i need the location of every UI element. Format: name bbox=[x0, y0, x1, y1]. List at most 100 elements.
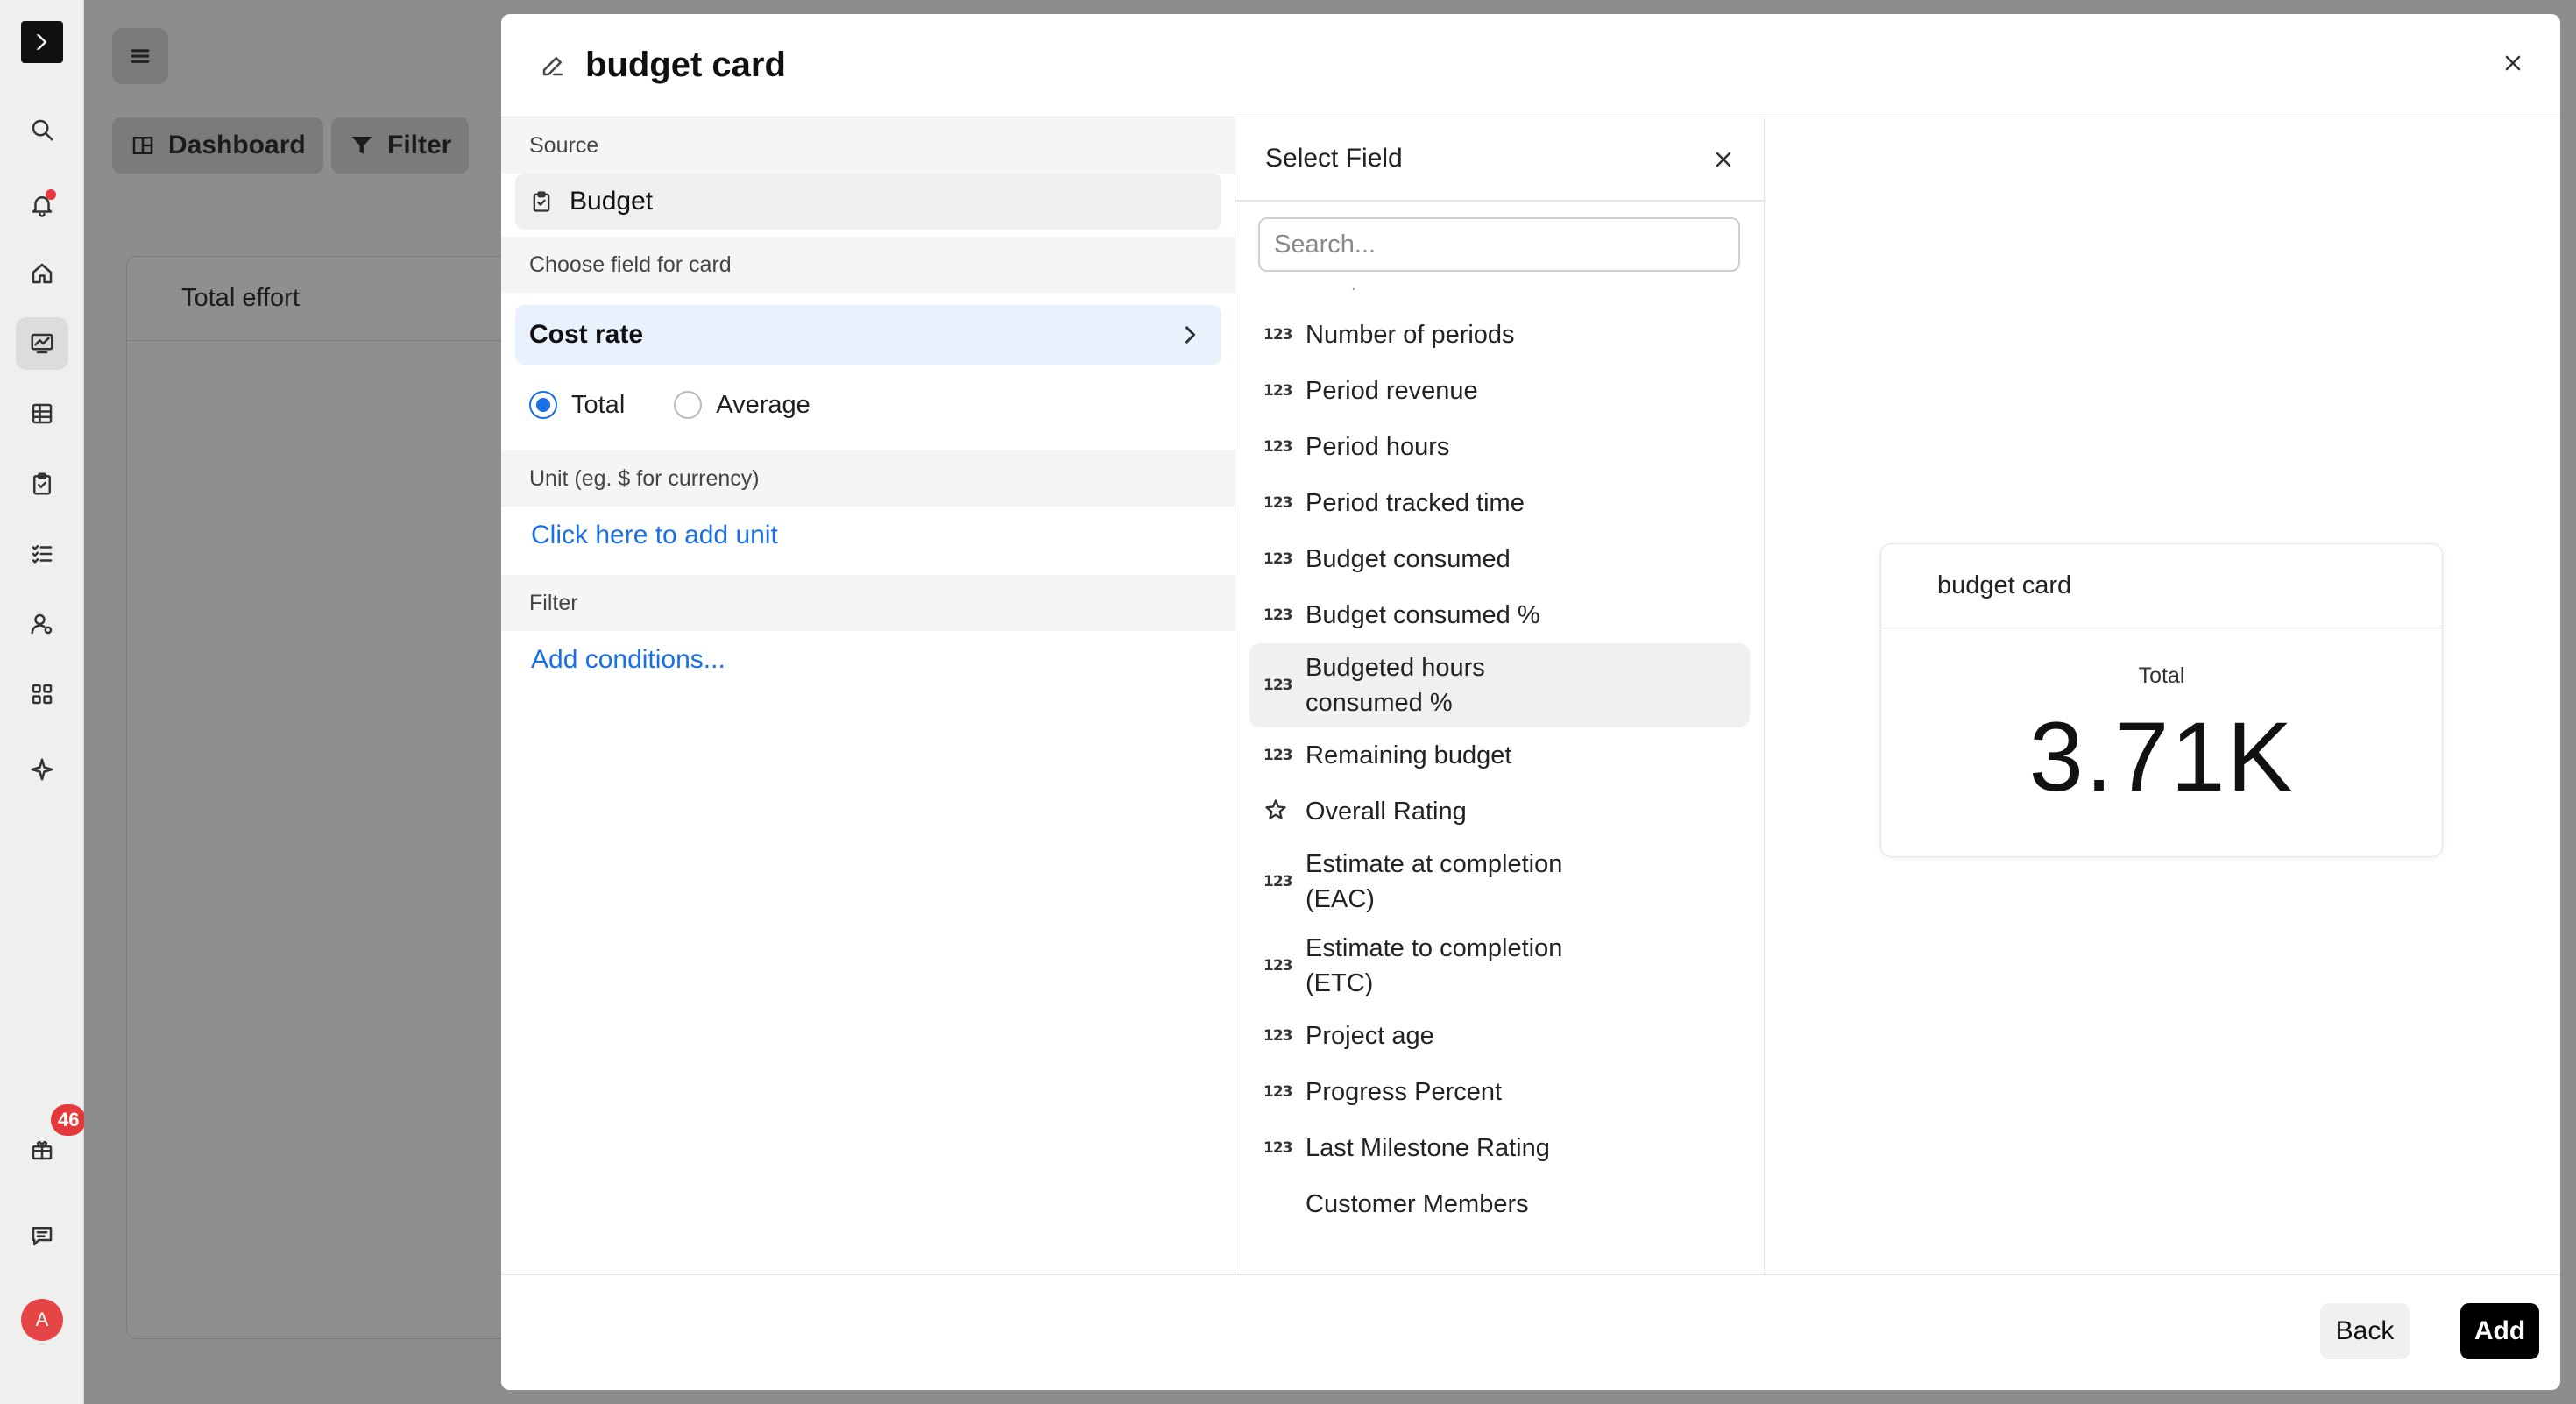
select-field-header: Select Field bbox=[1235, 117, 1764, 202]
number-icon: 123 bbox=[1263, 494, 1293, 512]
field-list-item-label: Budget consumed bbox=[1306, 545, 1511, 573]
field-list-item[interactable]: 123 Number of periods bbox=[1249, 307, 1750, 363]
number-icon: 123 bbox=[1263, 1083, 1293, 1101]
field-list-item-label: Customer Members bbox=[1306, 1190, 1529, 1218]
field-list-item[interactable]: 123 Remaining budget bbox=[1249, 727, 1750, 784]
field-list-item[interactable]: Overall Rating bbox=[1249, 784, 1750, 840]
field-list-item[interactable]: 123 Budget consumed bbox=[1249, 531, 1750, 587]
field-list-item-label: Period revenue bbox=[1306, 377, 1478, 405]
field-list-item-label: Number of periods bbox=[1306, 321, 1515, 349]
chevron-right-icon bbox=[1185, 326, 1196, 344]
field-list-item-label: Estimate at completion (EAC) bbox=[1306, 850, 1563, 913]
clipboard-icon[interactable] bbox=[16, 457, 68, 510]
close-modal-button[interactable] bbox=[2492, 42, 2534, 84]
field-list: . 123 Number of periods 123 Period revenue 1… bbox=[1235, 275, 1764, 1232]
modal-footer: Back Add bbox=[501, 1274, 2560, 1390]
source-select[interactable]: Budget bbox=[515, 174, 1221, 230]
preview-metric-label: Total bbox=[2138, 663, 2185, 688]
unit-label: Unit (eg. $ for currency) bbox=[501, 450, 1235, 507]
filter-icon bbox=[351, 137, 372, 154]
number-icon: 123 bbox=[1263, 747, 1293, 764]
bell-icon[interactable] bbox=[16, 179, 68, 231]
user-settings-icon[interactable] bbox=[16, 598, 68, 650]
field-list-item-label: Progress Percent bbox=[1306, 1078, 1503, 1106]
radio-total-label[interactable]: Total bbox=[571, 391, 625, 420]
close-icon bbox=[2505, 55, 2521, 71]
logo-icon[interactable] bbox=[21, 21, 63, 63]
add-unit-link[interactable]: Click here to add unit bbox=[531, 521, 778, 550]
field-list-item[interactable]: 123 Period tracked time bbox=[1249, 475, 1750, 531]
field-list-item-label: Project age bbox=[1306, 1022, 1434, 1050]
menu-icon bbox=[112, 28, 168, 84]
number-icon: 123 bbox=[1263, 550, 1293, 568]
card-config-panel: Source Budget Choose field for card Cost… bbox=[501, 117, 1235, 1274]
number-icon: 123 bbox=[1263, 438, 1293, 456]
preview-area: budget card Total 3.71K bbox=[1765, 117, 2560, 1274]
field-list-item-label: Last Milestone Rating bbox=[1306, 1134, 1550, 1162]
scrolled-item-remnant: . bbox=[1351, 275, 1356, 294]
field-list-item-label: Remaining budget bbox=[1306, 741, 1512, 769]
field-list-item-label: Estimate to completion (ETC) bbox=[1306, 934, 1563, 997]
apps-icon[interactable] bbox=[16, 668, 68, 720]
close-select-field-button[interactable] bbox=[1708, 144, 1739, 175]
number-icon: 123 bbox=[1263, 873, 1293, 890]
number-icon: 123 bbox=[1263, 1027, 1293, 1045]
field-list-item[interactable]: 123 Estimate at completion (EAC) bbox=[1249, 840, 1750, 924]
modal-header: budget card bbox=[501, 14, 2560, 117]
field-list-item[interactable]: 123 Budgeted hours consumed % bbox=[1249, 643, 1750, 727]
source-value: Budget bbox=[570, 187, 654, 216]
back-button[interactable]: Back bbox=[2320, 1303, 2410, 1359]
aggregation-radio-group: Total Average bbox=[529, 380, 810, 429]
radio-average[interactable] bbox=[674, 391, 703, 419]
chat-icon[interactable] bbox=[16, 1209, 68, 1262]
field-list-item-label: Budgeted hours consumed % bbox=[1306, 654, 1485, 717]
select-field-panel: Select Field . 123 Number of periods 123 Pe… bbox=[1235, 117, 1765, 1274]
preview-card: budget card Total 3.71K bbox=[1880, 543, 2443, 857]
filter-button: Filter bbox=[331, 117, 470, 174]
avatar[interactable]: A bbox=[21, 1299, 63, 1341]
field-list-item[interactable]: 123 Period hours bbox=[1249, 419, 1750, 475]
gift-count-badge: 46 bbox=[51, 1104, 87, 1136]
field-list-item[interactable]: 123 Progress Percent bbox=[1249, 1064, 1750, 1120]
search-icon[interactable] bbox=[16, 103, 68, 156]
field-list-item-label: Overall Rating bbox=[1306, 798, 1467, 826]
modal-title[interactable]: budget card bbox=[585, 46, 786, 85]
sparkle-icon[interactable] bbox=[16, 743, 68, 796]
edit-card-modal: budget card Source Budget Choose field f… bbox=[501, 14, 2560, 1390]
field-list-item[interactable]: 123 Project age bbox=[1249, 1008, 1750, 1064]
choose-field-label: Choose field for card bbox=[501, 237, 1235, 293]
field-list-item[interactable]: 123 Period revenue bbox=[1249, 363, 1750, 419]
notification-dot bbox=[46, 189, 56, 200]
preview-card-title: budget card bbox=[1881, 544, 2442, 628]
home-icon[interactable] bbox=[16, 247, 68, 300]
dashboard-button: Dashboard bbox=[112, 117, 323, 174]
field-search-input[interactable] bbox=[1258, 217, 1740, 272]
field-list-item[interactable]: 123 Last Milestone Rating bbox=[1249, 1120, 1750, 1176]
number-icon: 123 bbox=[1263, 677, 1293, 694]
edit-pencil-icon bbox=[542, 56, 563, 75]
star-icon bbox=[1263, 798, 1292, 826]
field-list-item-label: Budget consumed % bbox=[1306, 601, 1540, 629]
table-icon[interactable] bbox=[16, 387, 68, 440]
select-field-title: Select Field bbox=[1265, 144, 1403, 173]
checklist-icon[interactable] bbox=[16, 528, 68, 580]
field-list-item-label: Period hours bbox=[1306, 433, 1450, 461]
radio-average-label[interactable]: Average bbox=[716, 391, 810, 420]
field-list-item[interactable]: 123 Budget consumed % bbox=[1249, 587, 1750, 643]
add-conditions-link[interactable]: Add conditions... bbox=[531, 645, 725, 675]
number-icon: 123 bbox=[1263, 957, 1293, 975]
field-list-item[interactable]: Customer Members bbox=[1249, 1176, 1750, 1232]
clipboard-icon bbox=[533, 191, 550, 212]
preview-metric-value: 3.71K bbox=[2028, 702, 2295, 812]
dashboard-layout-icon bbox=[132, 137, 153, 154]
field-select[interactable]: Cost rate bbox=[515, 305, 1221, 365]
number-icon: 123 bbox=[1263, 326, 1293, 344]
filter-button-label: Filter bbox=[387, 131, 452, 160]
source-label: Source bbox=[501, 117, 1235, 174]
field-select-value: Cost rate bbox=[529, 320, 644, 349]
dashboard-icon[interactable] bbox=[16, 317, 68, 370]
radio-total[interactable] bbox=[529, 391, 557, 419]
field-list-item[interactable]: 123 Estimate to completion (ETC) bbox=[1249, 924, 1750, 1008]
dashboard-button-label: Dashboard bbox=[168, 131, 306, 160]
add-button[interactable]: Add bbox=[2460, 1303, 2539, 1359]
